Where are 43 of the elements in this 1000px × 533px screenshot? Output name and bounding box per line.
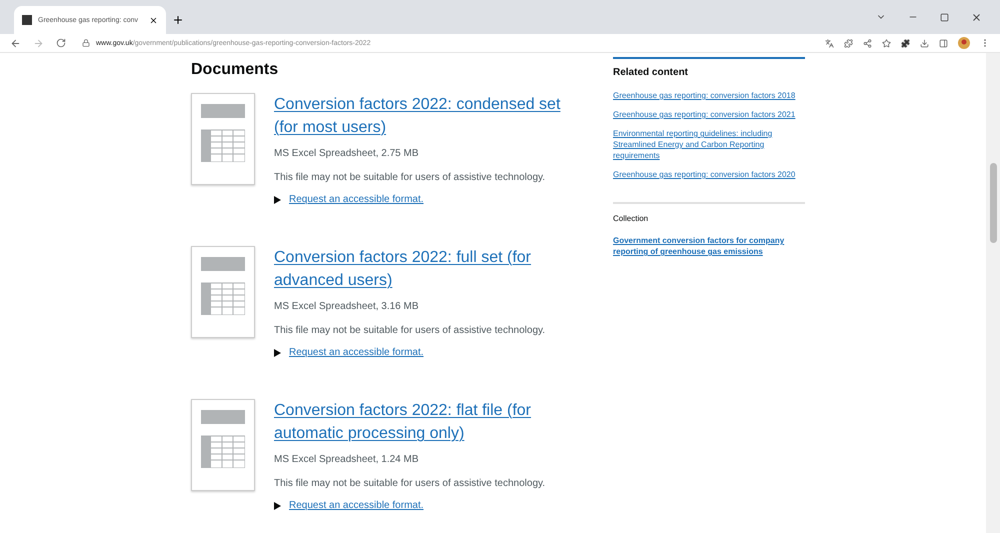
avatar-icon[interactable] xyxy=(958,37,970,49)
sidebar-heading: Related content xyxy=(613,67,690,78)
scrollbar[interactable] xyxy=(986,53,1000,533)
lock-icon xyxy=(82,39,90,47)
request-link[interactable]: Request an accessible format. xyxy=(289,500,424,511)
spreadsheet-icon xyxy=(201,257,245,315)
star-icon[interactable] xyxy=(882,38,891,48)
caret-right-icon[interactable] xyxy=(274,348,281,356)
translate-icon[interactable] xyxy=(825,38,834,48)
document-link[interactable]: Conversion factors 2022: condensed set (for most users) xyxy=(274,93,584,139)
related-link[interactable]: Greenhouse gas reporting: conversion factors 2018 xyxy=(613,90,805,101)
related-link[interactable]: Environmental reporting guidelines: including Streamlined Energy and Carbon Reporting requirements xyxy=(613,128,805,161)
close-icon[interactable] xyxy=(149,16,158,24)
extensions-icon[interactable] xyxy=(901,38,910,48)
file-meta: MS Excel Spreadsheet, 3.16 MB xyxy=(274,301,419,312)
document-link[interactable]: Conversion factors 2022: full set (for advanced users) xyxy=(274,246,584,292)
section-heading: Documents xyxy=(191,61,280,79)
close-icon[interactable] xyxy=(971,12,982,22)
request-link[interactable]: Request an accessible format. xyxy=(289,347,424,358)
spreadsheet-icon xyxy=(201,104,245,162)
accessibility-notice: This file may not be suitable for users of assistive technology. xyxy=(274,172,546,183)
caret-right-icon[interactable] xyxy=(274,502,281,510)
related-link[interactable]: Greenhouse gas reporting: conversion factors 2020 xyxy=(613,169,805,180)
request-link[interactable]: Request an accessible format. xyxy=(289,194,424,205)
related-link[interactable]: Greenhouse gas reporting: conversion factors 2021 xyxy=(613,109,805,120)
file-meta: MS Excel Spreadsheet, 2.75 MB xyxy=(274,148,419,159)
accessibility-notice: This file may not be suitable for users of assistive technology. xyxy=(274,325,546,336)
file-meta: MS Excel Spreadsheet, 1.24 MB xyxy=(274,454,419,465)
caret-right-icon[interactable] xyxy=(274,196,281,204)
reload-icon[interactable] xyxy=(56,38,66,48)
share-icon[interactable] xyxy=(863,38,872,48)
download-icon[interactable] xyxy=(920,38,929,48)
new-tab-icon[interactable] xyxy=(172,14,184,26)
maximize-icon[interactable] xyxy=(940,12,949,22)
document-link[interactable]: Conversion factors 2022: flat file (for automatic processing only) xyxy=(274,399,584,445)
accessibility-notice: This file may not be suitable for users of assistive technology. xyxy=(274,478,546,489)
side-panel-icon[interactable] xyxy=(939,38,948,48)
sidebar-heading: Collection xyxy=(613,214,650,223)
puzzle-icon[interactable] xyxy=(844,38,853,48)
favicon-icon xyxy=(22,15,32,25)
spreadsheet-icon xyxy=(201,410,245,468)
collection-link[interactable]: Government conversion factors for company reporting of greenhouse gas emissions xyxy=(613,235,805,257)
back-icon[interactable] xyxy=(10,38,21,48)
